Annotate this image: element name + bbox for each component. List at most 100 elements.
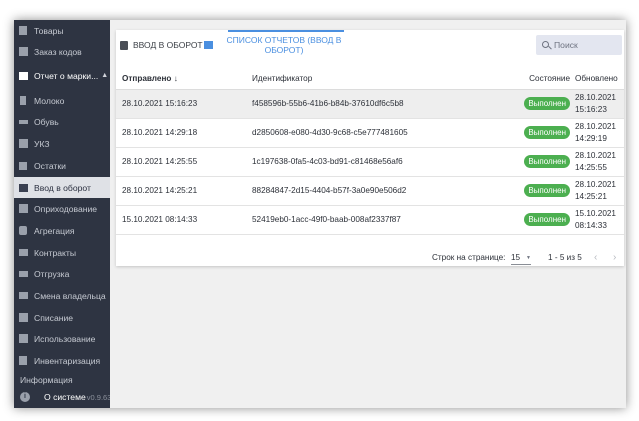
page-range: 1 - 5 из 5 xyxy=(548,253,582,262)
sidebar-item-aggregation[interactable]: Агрегация xyxy=(14,220,110,241)
usage-icon xyxy=(18,334,28,344)
sidebar-item-label: Смена владельца xyxy=(34,290,106,301)
tab-label: Ввод в оборот xyxy=(133,40,203,50)
sidebar-item-inventory[interactable]: Инвентаризация xyxy=(14,350,110,371)
app-window: Товары Заказ кодов Отчет о марки... ▲ Мо… xyxy=(14,20,626,408)
cell-status: Выполнен xyxy=(518,118,574,148)
table-row[interactable]: 28.10.2021 15:16:23 f458596b-55b6-41b6-b… xyxy=(116,89,624,119)
tab-label: Список отчетов (ввод в оборот) xyxy=(226,35,342,55)
cell-id: 1c197638-0fa5-4c03-bd91-c81468e56af6 xyxy=(252,147,518,177)
status-badge: Выполнен xyxy=(524,97,570,110)
sidebar-item-label: Агрегация xyxy=(34,225,75,236)
cell-updated: 28.10.2021 15:16:23 xyxy=(574,89,624,119)
sidebar-item-contracts[interactable]: Контракты xyxy=(14,242,110,263)
cell-status: Выполнен xyxy=(518,176,574,206)
updated-time: 15:16:23 xyxy=(575,104,607,114)
sidebar: Товары Заказ кодов Отчет о марки... ▲ Мо… xyxy=(14,20,110,408)
updated-date: 28.10.2021 xyxy=(575,150,616,160)
sidebar-item-label: Контракты xyxy=(34,247,76,258)
truck-icon xyxy=(18,269,28,279)
search-input[interactable] xyxy=(554,40,614,50)
table-row[interactable]: 28.10.2021 14:25:55 1c197638-0fa5-4c03-b… xyxy=(116,147,624,177)
cell-sent: 28.10.2021 14:25:21 xyxy=(116,176,252,206)
column-header-sent[interactable]: Отправлено ↓ xyxy=(116,69,252,90)
rows-per-page-value: 15 xyxy=(511,253,521,262)
inventory-icon xyxy=(18,356,28,366)
sidebar-item-products[interactable]: Товары xyxy=(14,20,110,41)
chevron-left-icon[interactable]: ‹ xyxy=(594,252,597,263)
sidebar-item-remains[interactable]: Остатки xyxy=(14,155,110,176)
chevron-right-icon[interactable]: › xyxy=(613,252,616,263)
rows-per-page-select[interactable]: 15 ▼ xyxy=(511,253,531,265)
cell-sent: 28.10.2021 14:29:18 xyxy=(116,118,252,148)
sidebar-item-circulation[interactable]: Ввод в оборот xyxy=(14,177,110,198)
cell-id: 52419eb0-1acc-49f0-baab-008af2337f87 xyxy=(252,205,518,235)
cell-updated: 28.10.2021 14:25:21 xyxy=(574,176,624,206)
sidebar-item-label: Отчет о марки... xyxy=(34,70,99,81)
cell-updated: 15.10.2021 08:14:33 xyxy=(574,205,624,235)
table-header-row: Отправлено ↓ Идентификатор Состояние Обн… xyxy=(116,69,624,90)
sidebar-item-shoes[interactable]: Обувь xyxy=(14,111,110,132)
sidebar-item-write-off[interactable]: Списание xyxy=(14,307,110,328)
sidebar-item-usage[interactable]: Использование xyxy=(14,328,110,349)
cell-updated: 28.10.2021 14:29:19 xyxy=(574,118,624,148)
main-content: Ввод в оборот Список отчетов (ввод в обо… xyxy=(110,20,626,408)
sidebar-item-milk[interactable]: Молоко xyxy=(14,90,110,111)
table-row[interactable]: 28.10.2021 14:25:21 88284847-2d15-4404-b… xyxy=(116,176,624,206)
updated-time: 14:25:21 xyxy=(575,191,607,201)
sidebar-item-about[interactable]: i О системе v0.9.63 xyxy=(20,390,110,404)
sidebar-item-owner-change[interactable]: Смена владельца xyxy=(14,285,110,306)
cell-sent: 15.10.2021 08:14:33 xyxy=(116,205,252,235)
sidebar-item-label: Списание xyxy=(34,312,74,323)
cell-id: d2850608-e080-4d30-9c68-c5e777481605 xyxy=(252,118,518,148)
updated-time: 08:14:33 xyxy=(575,220,607,230)
tab-circulation-input[interactable]: Ввод в оборот xyxy=(120,30,203,60)
report-icon xyxy=(18,71,28,81)
updated-date: 28.10.2021 xyxy=(575,92,616,102)
sidebar-item-label: Инвентаризация xyxy=(34,355,101,366)
cell-id: f458596b-55b6-41b6-b84b-37610df6c5b8 xyxy=(252,89,518,119)
document-icon xyxy=(120,40,128,50)
cell-status: Выполнен xyxy=(518,147,574,177)
table-row[interactable]: 15.10.2021 08:14:33 52419eb0-1acc-49f0-b… xyxy=(116,205,624,235)
search-box[interactable] xyxy=(536,35,622,55)
status-badge: Выполнен xyxy=(524,184,570,197)
status-badge: Выполнен xyxy=(524,155,570,168)
sidebar-item-label: Обувь xyxy=(34,116,59,127)
updated-time: 14:25:55 xyxy=(575,162,607,172)
sidebar-item-shipment[interactable]: Отгрузка xyxy=(14,263,110,284)
table-row[interactable]: 28.10.2021 14:29:18 d2850608-e080-4d30-9… xyxy=(116,118,624,148)
tab-bar: Ввод в оборот Список отчетов (ввод в обо… xyxy=(116,30,624,60)
sidebar-item-label: Использование xyxy=(34,333,96,344)
cell-id: 88284847-2d15-4404-b57f-3a0e90e506d2 xyxy=(252,176,518,206)
sidebar-item-receipt[interactable]: Оприходование xyxy=(14,198,110,219)
remains-icon xyxy=(18,161,28,171)
sidebar-item-label: Ввод в оборот xyxy=(34,182,91,193)
reports-card: Ввод в оборот Список отчетов (ввод в обо… xyxy=(116,30,624,266)
cell-updated: 28.10.2021 14:25:55 xyxy=(574,147,624,177)
updated-date: 15.10.2021 xyxy=(575,208,616,218)
sidebar-item-label: УКЗ xyxy=(34,138,50,149)
rows-per-page-label: Строк на странице: xyxy=(432,253,506,262)
sidebar-item-label: О системе xyxy=(44,392,86,402)
app-version: v0.9.63 xyxy=(86,392,110,402)
column-header-updated[interactable]: Обновлено xyxy=(574,69,624,90)
sidebar-item-label: Заказ кодов xyxy=(34,46,82,57)
sidebar-section-info: Информация xyxy=(20,375,73,385)
shoe-icon xyxy=(18,117,28,127)
column-header-status[interactable]: Состояние xyxy=(518,69,574,90)
tab-report-list[interactable]: Список отчетов (ввод в оборот) xyxy=(204,30,343,60)
chevron-up-icon: ▲ xyxy=(101,72,109,79)
sort-arrow-icon: ↓ xyxy=(173,74,178,84)
milk-icon xyxy=(18,96,28,106)
active-tab-indicator xyxy=(228,30,344,32)
cell-sent: 28.10.2021 15:16:23 xyxy=(116,89,252,119)
sidebar-item-code-order[interactable]: Заказ кодов xyxy=(14,41,110,62)
write-off-icon xyxy=(18,313,28,323)
updated-date: 28.10.2021 xyxy=(575,179,616,189)
info-icon: i xyxy=(20,392,30,402)
sidebar-item-ukz[interactable]: УКЗ xyxy=(14,133,110,154)
sidebar-item-marking-report[interactable]: Отчет о марки... ▲ xyxy=(14,65,110,86)
cell-status: Выполнен xyxy=(518,205,574,235)
column-header-id[interactable]: Идентификатор xyxy=(252,69,518,90)
